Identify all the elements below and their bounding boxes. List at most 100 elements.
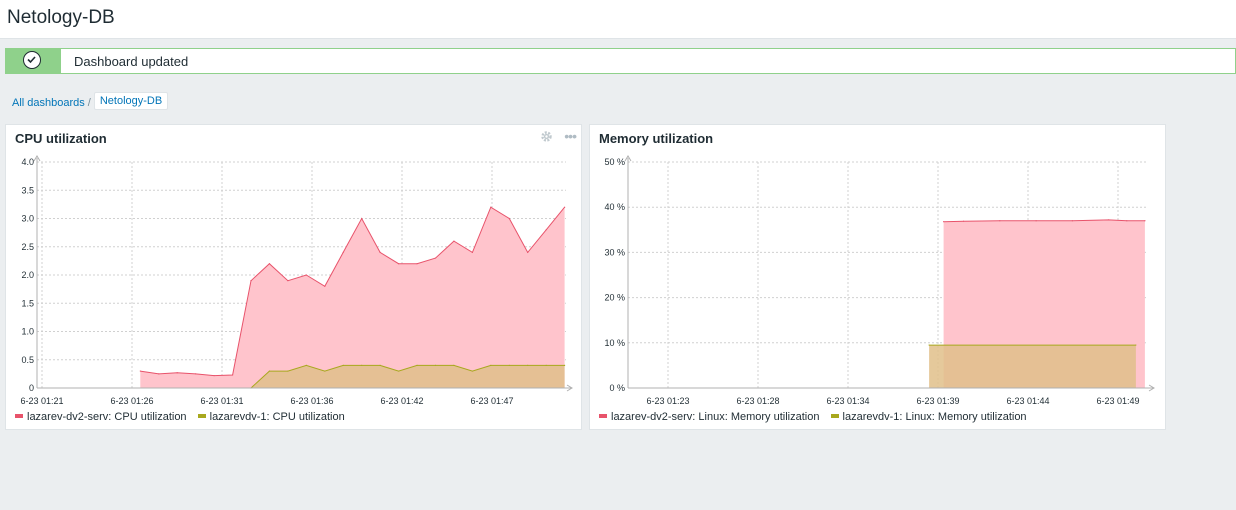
y-tick-label: 1.5 (21, 298, 34, 308)
data-point (342, 251, 344, 253)
data-point (527, 364, 529, 366)
y-tick-label: 2.0 (21, 270, 34, 280)
x-tick-label: 6-23 01:31 (200, 396, 243, 405)
data-point (416, 364, 418, 366)
x-tick-label: 6-23 01:39 (916, 396, 959, 405)
data-point (453, 240, 455, 242)
x-tick-label: 6-23 01:42 (380, 396, 423, 405)
series-area (140, 207, 565, 388)
x-tick-label: 6-23 01:26 (110, 396, 153, 405)
data-point (231, 374, 234, 376)
breadcrumb-all-dashboards[interactable]: All dashboards (12, 97, 85, 109)
data-point (943, 221, 945, 223)
series-area (251, 365, 565, 388)
data-point (324, 285, 326, 287)
success-message: Dashboard updated (5, 48, 1236, 74)
data-point (564, 364, 566, 366)
y-tick-label: 4.0 (21, 157, 34, 167)
y-tick-label: 0 (29, 383, 34, 393)
data-point (434, 364, 437, 366)
legend-label: lazarevdv-1: CPU utilization (209, 411, 345, 423)
check-icon (23, 51, 41, 69)
chart-legend: lazarev-dv2-serv: CPU utilization lazare… (15, 411, 353, 423)
y-tick-label: 0.5 (21, 355, 34, 365)
data-point (416, 263, 418, 265)
data-point (305, 274, 307, 276)
legend-swatch (15, 414, 23, 419)
data-point (176, 372, 178, 374)
cpu-chart: 0 0.5 1.0 1.5 2.0 2.5 3.0 3.5 4.0 6-23 01:21 6-23 … (20, 155, 573, 405)
data-point (1144, 220, 1146, 222)
legend-item: lazarevdv-1: CPU utilization (197, 411, 345, 423)
legend-swatch (830, 414, 839, 419)
data-point (508, 217, 510, 220)
x-tick-label: 6-23 01:44 (1006, 396, 1049, 405)
x-tick-label: 6-23 01:34 (826, 396, 869, 405)
data-point (527, 251, 529, 253)
legend-swatch (197, 414, 206, 419)
y-tick-label: 2.5 (21, 242, 34, 252)
data-point (1035, 220, 1037, 222)
data-point (250, 280, 252, 282)
breadcrumb-current[interactable]: Netology-DB (93, 92, 169, 110)
data-point (545, 364, 547, 366)
legend-item: lazarevdv-1: Linux: Memory utilization (830, 411, 1027, 423)
data-point (1108, 219, 1110, 221)
legend-item: lazarev-dv2-serv: CPU utilization (15, 411, 187, 423)
data-point (139, 370, 141, 372)
page-header: Netology-DB (0, 0, 1236, 39)
data-point (1135, 344, 1137, 346)
y-tick-label: 3.5 (21, 185, 34, 195)
data-point (195, 373, 197, 375)
message-text: Dashboard updated (74, 54, 189, 69)
legend-label: lazarev-dv2-serv: CPU utilization (27, 411, 187, 423)
y-tick-label: 3.0 (21, 214, 34, 224)
data-point (268, 263, 271, 265)
y-tick-label: 0 % (609, 383, 625, 393)
data-point (158, 373, 160, 375)
data-point (1126, 220, 1128, 222)
legend-label: lazarevdv-1: Linux: Memory utilization (842, 411, 1027, 423)
cpu-utilization-widget: CPU utilization ••• 0 0.5 1.0 1.5 2.0 2.5 3.0 3… (5, 124, 582, 430)
data-point (471, 370, 473, 372)
data-point (361, 217, 363, 220)
data-point (508, 364, 510, 366)
data-point (999, 220, 1001, 222)
x-tick-label: 6-23 01:49 (1096, 396, 1139, 405)
data-point (379, 251, 381, 253)
memory-utilization-widget: Memory utilization 0 % 10 % 20 % 30 % 40 % 50… (589, 124, 1166, 430)
data-point (471, 251, 473, 253)
legend-label: lazarev-dv2-serv: Linux: Memory utilizat… (611, 411, 820, 423)
data-point (397, 370, 400, 372)
data-point (287, 370, 289, 372)
data-point (379, 364, 381, 366)
legend-item: lazarev-dv2-serv: Linux: Memory utilizat… (599, 411, 819, 423)
chart-legend: lazarev-dv2-serv: Linux: Memory utilizat… (599, 411, 1035, 423)
data-point (564, 206, 566, 208)
y-tick-label: 10 % (604, 338, 625, 348)
x-tick-label: 6-23 01:36 (290, 396, 333, 405)
data-point (287, 280, 289, 282)
data-point (324, 370, 326, 372)
x-tick-label: 6-23 01:28 (736, 396, 779, 405)
data-point (361, 364, 363, 366)
y-tick-label: 20 % (604, 293, 625, 303)
data-point (305, 364, 307, 366)
data-point (545, 229, 547, 231)
series-area (929, 345, 1136, 388)
page-title: Netology-DB (7, 7, 115, 28)
data-point (268, 370, 271, 372)
data-point (342, 364, 344, 366)
success-indicator (6, 49, 61, 73)
data-point (453, 364, 455, 366)
data-point (490, 206, 492, 208)
breadcrumb-separator: / (87, 97, 91, 109)
data-point (1071, 220, 1073, 222)
x-tick-label: 6-23 01:23 (646, 396, 689, 405)
data-point (490, 364, 492, 366)
x-tick-label: 6-23 01:21 (20, 396, 63, 405)
data-point (434, 257, 437, 259)
data-point (213, 374, 215, 377)
y-tick-label: 1.0 (21, 327, 34, 337)
data-point (397, 263, 400, 265)
